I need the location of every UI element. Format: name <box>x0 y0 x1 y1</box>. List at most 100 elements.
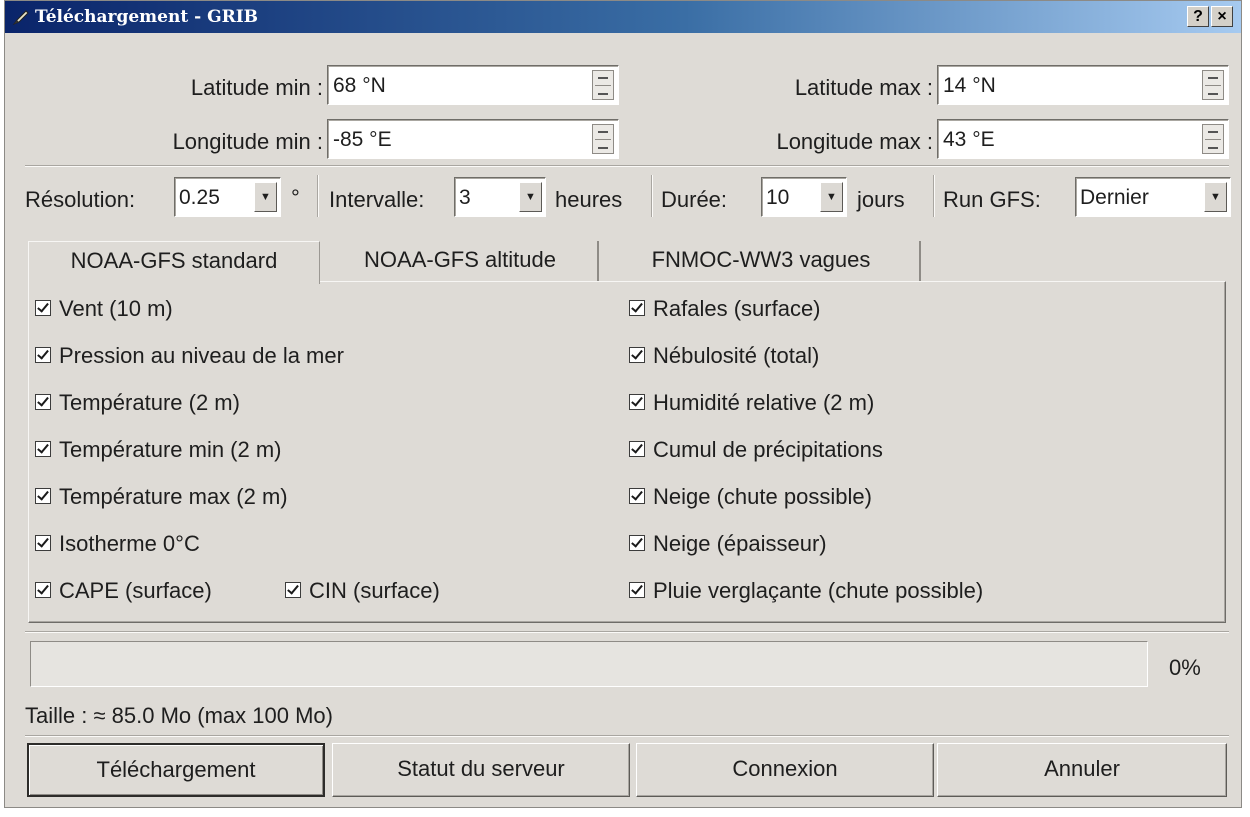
chevron-down-icon[interactable]: ▼ <box>1204 182 1227 212</box>
interval-unit: heures <box>555 187 623 212</box>
checkbox-label: Pluie verglaçante (chute possible) <box>653 578 984 603</box>
checkbox-snow-fall[interactable]: Neige (chute possible) <box>629 484 872 510</box>
tab-fnmoc-ww3-vagues[interactable]: FNMOC-WW3 vagues <box>603 241 921 281</box>
parameters-panel: Vent (10 m) Pression au niveau de la mer… <box>28 281 1226 623</box>
checkbox-label: Température min (2 m) <box>59 437 282 462</box>
checkbox-checked-icon <box>35 347 51 364</box>
duration-label: Durée: <box>661 187 728 212</box>
separator <box>25 631 1229 633</box>
checkbox-label: Neige (épaisseur) <box>653 531 827 556</box>
duration-unit: jours <box>857 187 905 212</box>
checkbox-checked-icon <box>35 394 51 411</box>
checkbox-temperature[interactable]: Température (2 m) <box>35 390 240 416</box>
longitude-min-value: -85 °E <box>333 128 392 151</box>
progress-percent: 0% <box>1169 655 1201 680</box>
checkbox-label: CAPE (surface) <box>59 578 212 603</box>
latitude-max-spinbox[interactable]: 14 °N <box>937 65 1229 105</box>
checkbox-checked-icon <box>35 582 51 599</box>
checkbox-label: Humidité relative (2 m) <box>653 390 875 415</box>
checkbox-label: Pression au niveau de la mer <box>59 343 344 368</box>
checkbox-wind[interactable]: Vent (10 m) <box>35 296 173 322</box>
checkbox-checked-icon <box>35 300 51 317</box>
chevron-down-icon[interactable]: ▼ <box>254 182 277 212</box>
help-button[interactable]: ? <box>1187 6 1209 27</box>
longitude-max-spinbox[interactable]: 43 °E <box>937 119 1229 159</box>
longitude-max-label: Longitude max : <box>776 129 933 154</box>
checkbox-checked-icon <box>35 535 51 552</box>
checkbox-label: Température max (2 m) <box>59 484 288 509</box>
run-gfs-label: Run GFS: <box>943 187 1041 212</box>
resolution-label: Résolution: <box>25 187 136 212</box>
latitude-min-value: 68 °N <box>333 74 386 97</box>
chevron-down-icon[interactable]: ▼ <box>519 182 542 212</box>
spin-arrows-icon[interactable] <box>1202 124 1224 154</box>
duration-value: 10 <box>766 186 790 209</box>
longitude-min-spinbox[interactable]: -85 °E <box>327 119 619 159</box>
grib-download-dialog: Téléchargement - GRIB ? × Latitude min :… <box>4 0 1242 808</box>
checkbox-label: Rafales (surface) <box>653 296 821 321</box>
checkbox-label: CIN (surface) <box>309 578 440 603</box>
longitude-min-label: Longitude min : <box>172 129 323 154</box>
checkbox-label: Température (2 m) <box>59 390 240 415</box>
checkbox-label: Isotherme 0°C <box>59 531 200 556</box>
spin-arrows-icon[interactable] <box>592 70 614 100</box>
separator <box>317 175 319 217</box>
latitude-min-label: Latitude min : <box>190 75 323 100</box>
checkbox-cloud-cover[interactable]: Nébulosité (total) <box>629 343 819 369</box>
checkbox-label: Cumul de précipitations <box>653 437 883 462</box>
tab-noaa-gfs-altitude[interactable]: NOAA-GFS altitude <box>323 241 599 281</box>
pencil-icon <box>12 10 29 26</box>
checkbox-cin[interactable]: CIN (surface) <box>285 578 440 604</box>
close-button[interactable]: × <box>1211 6 1233 27</box>
title-bar[interactable]: Téléchargement - GRIB ? × <box>5 1 1241 33</box>
interval-label: Intervalle: <box>329 187 425 212</box>
checkbox-isotherm[interactable]: Isotherme 0°C <box>35 531 200 557</box>
checkbox-temperature-max[interactable]: Température max (2 m) <box>35 484 288 510</box>
server-status-button[interactable]: Statut du serveur <box>332 743 630 797</box>
cancel-button[interactable]: Annuler <box>937 743 1227 797</box>
longitude-max-value: 43 °E <box>943 128 995 151</box>
tab-noaa-gfs-standard[interactable]: NOAA-GFS standard <box>28 241 320 284</box>
checkbox-label: Neige (chute possible) <box>653 484 872 509</box>
window-title: Téléchargement - GRIB <box>35 7 259 27</box>
checkbox-humidity[interactable]: Humidité relative (2 m) <box>629 390 874 416</box>
checkbox-checked-icon <box>35 441 51 458</box>
checkbox-label: Nébulosité (total) <box>653 343 820 368</box>
latitude-max-value: 14 °N <box>943 74 996 97</box>
checkbox-freezing-rain[interactable]: Pluie verglaçante (chute possible) <box>629 578 983 604</box>
interval-select[interactable]: 3 ▼ <box>454 177 546 217</box>
separator <box>651 175 653 217</box>
separator <box>25 735 1229 737</box>
chevron-down-icon[interactable]: ▼ <box>820 182 843 212</box>
duration-select[interactable]: 10 ▼ <box>761 177 847 217</box>
run-gfs-select[interactable]: Dernier ▼ <box>1075 177 1231 217</box>
checkbox-checked-icon <box>629 300 645 317</box>
checkbox-checked-icon <box>629 394 645 411</box>
checkbox-checked-icon <box>35 488 51 505</box>
checkbox-checked-icon <box>285 582 301 599</box>
checkbox-checked-icon <box>629 535 645 552</box>
spin-arrows-icon[interactable] <box>592 124 614 154</box>
checkbox-checked-icon <box>629 582 645 599</box>
latitude-min-spinbox[interactable]: 68 °N <box>327 65 619 105</box>
run-gfs-value: Dernier <box>1080 186 1149 209</box>
checkbox-checked-icon <box>629 347 645 364</box>
checkbox-checked-icon <box>629 488 645 505</box>
resolution-value: 0.25 <box>179 186 220 209</box>
checkbox-cape[interactable]: CAPE (surface) <box>35 578 212 604</box>
checkbox-checked-icon <box>629 441 645 458</box>
interval-value: 3 <box>459 186 471 209</box>
checkbox-label: Vent (10 m) <box>59 296 173 321</box>
checkbox-gusts[interactable]: Rafales (surface) <box>629 296 821 322</box>
separator <box>933 175 935 217</box>
latitude-max-label: Latitude max : <box>794 75 933 100</box>
checkbox-snow-depth[interactable]: Neige (épaisseur) <box>629 531 827 557</box>
size-estimate: Taille : ≈ 85.0 Mo (max 100 Mo) <box>25 703 333 728</box>
checkbox-temperature-min[interactable]: Température min (2 m) <box>35 437 282 463</box>
download-button[interactable]: Téléchargement <box>27 743 325 797</box>
spin-arrows-icon[interactable] <box>1202 70 1224 100</box>
checkbox-precipitation[interactable]: Cumul de précipitations <box>629 437 883 463</box>
connection-button[interactable]: Connexion <box>636 743 934 797</box>
resolution-select[interactable]: 0.25 ▼ <box>174 177 281 217</box>
checkbox-pressure[interactable]: Pression au niveau de la mer <box>35 343 344 369</box>
